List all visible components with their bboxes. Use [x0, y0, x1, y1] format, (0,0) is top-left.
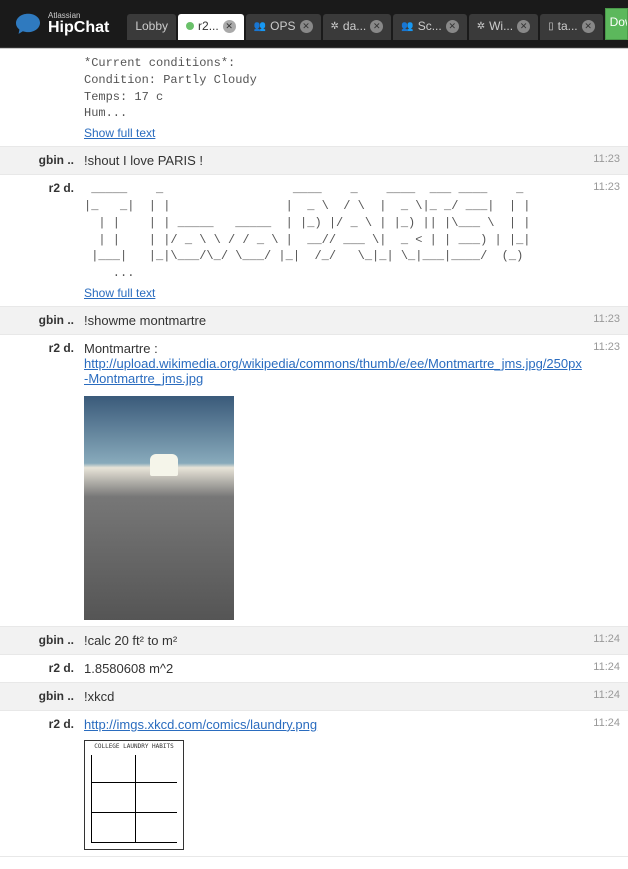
mobile-icon: ▯: [548, 21, 554, 32]
message-body: *Current conditions*: Condition: Partly …: [84, 55, 612, 140]
message-row: gbin ..!shout I love PARIS !11:23: [0, 147, 628, 175]
close-icon[interactable]: ✕: [446, 20, 459, 33]
message-timestamp: 11:23: [585, 153, 620, 168]
tab-ta[interactable]: ▯ ta... ✕: [540, 14, 603, 40]
status-dot-icon: [186, 22, 194, 30]
tab-sc[interactable]: 👥 Sc... ✕: [393, 14, 466, 40]
tab-label: OPS: [270, 19, 295, 33]
tab-da[interactable]: ✲ da... ✕: [323, 14, 392, 40]
message-body: !showme montmartre: [84, 313, 585, 328]
message-timestamp: 11:24: [585, 661, 620, 676]
tab-label: da...: [343, 19, 366, 33]
tab-label: Wi...: [489, 19, 513, 33]
close-icon[interactable]: ✕: [223, 20, 236, 33]
show-full-text-link[interactable]: Show full text: [84, 286, 155, 300]
message-sender: gbin ..: [8, 633, 84, 648]
message-body: Montmartre : http://upload.wikimedia.org…: [84, 341, 585, 620]
message-row: r2 d. _____ _ ____ _ ____ ___ ____ _ |_ …: [0, 175, 628, 307]
download-button[interactable]: Downlo: [605, 8, 628, 40]
message-body: _____ _ ____ _ ____ ___ ____ _ |_ _| | |…: [84, 181, 585, 300]
people-icon: 👥: [401, 21, 413, 32]
brand-name: HipChat: [48, 20, 109, 36]
people-icon: 👥: [254, 21, 266, 32]
preformatted-text: *Current conditions*: Condition: Partly …: [84, 55, 612, 122]
gear-icon: ✲: [331, 21, 339, 32]
close-icon[interactable]: ✕: [370, 20, 383, 33]
tab-bar: Lobby r2... ✕ 👥 OPS ✕ ✲ da... ✕ 👥 Sc... ✕ ✲ Wi... ✕ ▯ ta…: [127, 8, 604, 40]
message-timestamp: 11:24: [585, 717, 620, 850]
message-row: gbin ..!showme montmartre11:23: [0, 307, 628, 335]
tab-label: Lobby: [135, 19, 168, 33]
message-timestamp: 11:23: [585, 341, 620, 620]
tab-wi[interactable]: ✲ Wi... ✕: [469, 14, 538, 40]
message-timestamp: 11:23: [585, 181, 620, 300]
message-timestamp: 11:23: [585, 313, 620, 328]
main-area: *Current conditions*: Condition: Partly …: [0, 48, 628, 869]
message-body: !xkcd: [84, 689, 585, 704]
message-body: !calc 20 ft² to m²: [84, 633, 585, 648]
image-url-link[interactable]: http://imgs.xkcd.com/comics/laundry.png: [84, 717, 317, 732]
preformatted-text: _____ _ ____ _ ____ ___ ____ _ |_ _| | |…: [84, 181, 585, 282]
message-prefix: Montmartre :: [84, 341, 158, 356]
attached-image[interactable]: [84, 396, 234, 620]
tab-label: Sc...: [418, 19, 442, 33]
image-url-link[interactable]: http://upload.wikimedia.org/wikipedia/co…: [84, 356, 582, 386]
message-row: r2 d.Montmartre : http://upload.wikimedi…: [0, 335, 628, 627]
message-sender: r2 d.: [8, 661, 84, 676]
show-full-text-link[interactable]: Show full text: [84, 126, 155, 140]
tab-ops[interactable]: 👥 OPS ✕: [246, 14, 321, 40]
message-row: gbin ..!xkcd11:24: [0, 683, 628, 711]
gear-icon: ✲: [477, 21, 485, 32]
message-list[interactable]: *Current conditions*: Condition: Partly …: [0, 49, 628, 869]
message-row: r2 d.http://imgs.xkcd.com/comics/laundry…: [0, 711, 628, 857]
message-timestamp: [612, 55, 620, 140]
message-sender: gbin ..: [8, 153, 84, 168]
message-sender: gbin ..: [8, 689, 84, 704]
message-timestamp: 11:24: [585, 633, 620, 648]
message-sender: r2 d.: [8, 341, 84, 620]
close-icon[interactable]: ✕: [582, 20, 595, 33]
attached-image[interactable]: [84, 740, 184, 850]
brand-logo: Atlassian HipChat: [0, 12, 123, 36]
tab-lobby[interactable]: Lobby: [127, 14, 176, 40]
app-header: Atlassian HipChat Lobby r2... ✕ 👥 OPS ✕ ✲ da...…: [0, 0, 628, 48]
close-icon[interactable]: ✕: [300, 20, 313, 33]
message-sender: gbin ..: [8, 313, 84, 328]
message-sender: r2 d.: [8, 181, 84, 300]
message-row: *Current conditions*: Condition: Partly …: [0, 49, 628, 147]
message-row: gbin ..!calc 20 ft² to m²11:24: [0, 627, 628, 655]
hipchat-icon: [14, 12, 42, 36]
message-timestamp: 11:24: [585, 689, 620, 704]
message-row: r2 d.1.8580608 m^211:24: [0, 655, 628, 683]
tab-r2[interactable]: r2... ✕: [178, 14, 244, 40]
tab-label: r2...: [198, 19, 219, 33]
message-body: !shout I love PARIS !: [84, 153, 585, 168]
message-body: 1.8580608 m^2: [84, 661, 585, 676]
tab-label: ta...: [558, 19, 578, 33]
message-body: http://imgs.xkcd.com/comics/laundry.png: [84, 717, 585, 850]
message-sender: r2 d.: [8, 717, 84, 850]
message-sender: [8, 55, 84, 140]
close-icon[interactable]: ✕: [517, 20, 530, 33]
